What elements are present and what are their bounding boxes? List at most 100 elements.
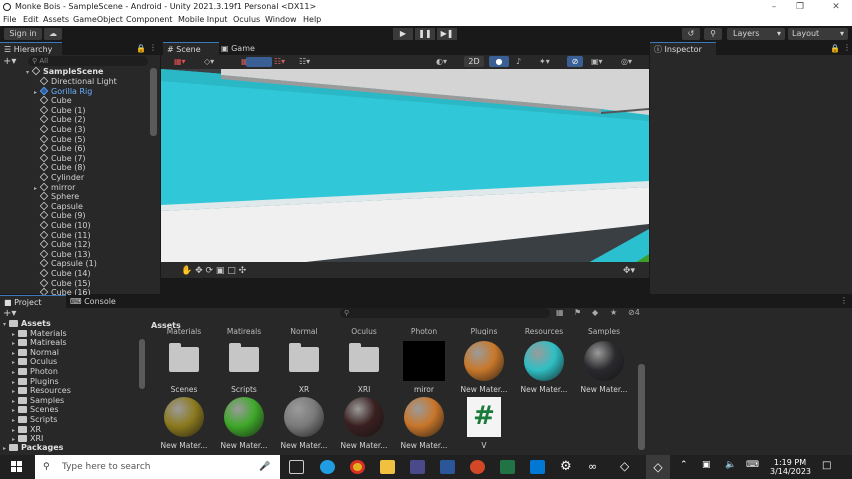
project-add-icon[interactable]: +▾ (3, 308, 16, 319)
inspector-menu-icon[interactable]: ⋮ (843, 43, 851, 52)
asset-label-cut[interactable]: Matireals (219, 327, 269, 335)
tab-scene[interactable]: # Scene (163, 42, 219, 55)
menu-component[interactable]: Component (126, 14, 172, 26)
clock[interactable]: 1:19 PM 3/14/2023 (770, 458, 811, 476)
asset-material[interactable]: New Mater... (459, 341, 509, 394)
hierarchy-item[interactable]: Cube (13) (34, 249, 91, 260)
store-icon[interactable] (410, 460, 425, 474)
snap-icon[interactable]: ☷▾ (274, 57, 285, 66)
menu-help[interactable]: Help (303, 14, 321, 26)
gizmos-icon[interactable]: ◎▾ (621, 57, 632, 66)
lock-icon[interactable]: 🔒 (136, 44, 146, 53)
hidden-packages-icon[interactable]: ⊘4 (628, 308, 640, 317)
asset-label-cut[interactable]: Normal (279, 327, 329, 335)
menu-window[interactable]: Window (265, 14, 297, 26)
asset-material[interactable]: New Mater... (279, 397, 329, 450)
gizmo-draw-icon[interactable]: ▦▾ (174, 57, 186, 66)
menu-assets[interactable]: Assets (43, 14, 69, 26)
powerpoint-icon[interactable] (470, 460, 485, 474)
taskbar-search-input[interactable]: ⚲ Type here to search 🎤 (35, 455, 280, 479)
unity-hub-icon[interactable]: ◇ (620, 459, 629, 473)
chrome-icon[interactable] (350, 460, 365, 474)
asset-material[interactable]: New Mater... (339, 397, 389, 450)
notifications-icon[interactable]: □ (822, 460, 831, 471)
microphone-icon[interactable]: 🎤 (259, 455, 270, 479)
asset-label-cut[interactable]: Samples (579, 327, 629, 335)
settings-gear-icon[interactable]: ⚙ (560, 459, 572, 474)
asset-folder[interactable]: Scenes (159, 341, 209, 394)
tree-folder[interactable]: ▸ Samples (12, 396, 64, 406)
camera-icon[interactable]: ▣▾ (591, 57, 603, 66)
search-icon[interactable]: ⚲ (704, 28, 722, 40)
hierarchy-item[interactable]: Cube (1) (34, 105, 86, 116)
hierarchy-item[interactable]: Cube (10) (34, 220, 91, 231)
scene-root[interactable]: ▾ SampleScene (26, 66, 103, 77)
hierarchy-item[interactable]: Cube (3) (34, 124, 86, 135)
oculus-icon[interactable]: ∞ (588, 460, 597, 473)
hierarchy-item[interactable]: ▸ Gorilla Rig (34, 86, 92, 97)
asset-label-cut[interactable]: Oculus (339, 327, 389, 335)
tree-folder[interactable]: ▸ Plugins (12, 377, 59, 387)
grid-toggle-button[interactable] (246, 57, 272, 67)
asset-label-cut[interactable]: Materials (159, 327, 209, 335)
hierarchy-item[interactable]: Cube (11) (34, 230, 91, 241)
hierarchy-item[interactable]: Cube (34, 95, 72, 106)
asset-folder[interactable]: XR (279, 341, 329, 394)
ime-icon[interactable]: ⌨ (746, 460, 759, 470)
hierarchy-item[interactable]: Cube (14) (34, 268, 91, 279)
tree-folder[interactable]: ▸ Oculus (12, 357, 57, 367)
favorite-icon[interactable]: ★ (610, 308, 617, 317)
hierarchy-item[interactable]: ▸ mirror (34, 182, 75, 193)
effects-icon[interactable]: ✦▾ (539, 57, 550, 66)
asset-material[interactable]: New Mater... (579, 341, 629, 394)
cube-mode-icon[interactable]: ◇▾ (204, 57, 214, 66)
menu-gameobject[interactable]: GameObject (73, 14, 123, 26)
hierarchy-item[interactable]: Cube (7) (34, 153, 86, 164)
hierarchy-item[interactable]: Cube (5) (34, 134, 86, 145)
tree-folder[interactable]: ▸ Materials (12, 329, 67, 339)
tab-project[interactable]: ■ Project (0, 295, 66, 308)
increment-snap-icon[interactable]: ☷▾ (299, 57, 310, 66)
asset-render-texture[interactable]: miror (399, 341, 449, 394)
hidden-objects-icon[interactable]: ⊘ (567, 56, 583, 67)
tab-console[interactable]: ⌨ Console (66, 295, 116, 308)
menu-mobile-input[interactable]: Mobile Input (178, 14, 228, 26)
filter-type-icon[interactable]: ▦ (556, 308, 564, 317)
asset-material[interactable]: New Mater... (159, 397, 209, 450)
asset-script[interactable]: # V (459, 397, 509, 450)
mail-icon[interactable] (530, 460, 545, 474)
menu-oculus[interactable]: Oculus (233, 14, 260, 26)
tree-folder[interactable]: ▸ Resources (12, 386, 71, 396)
maximize-icon[interactable]: ❐ (792, 0, 808, 14)
asset-folder[interactable]: XRI (339, 341, 389, 394)
filter-label-icon[interactable]: ⚑ (574, 308, 581, 317)
hierarchy-item[interactable]: Cylinder (34, 172, 84, 183)
asset-label-cut[interactable]: Resources (519, 327, 569, 335)
tree-folder[interactable]: ▸ Scenes (12, 405, 59, 415)
edge-icon[interactable] (320, 460, 335, 474)
pause-button[interactable]: ❚❚ (415, 28, 435, 40)
word-icon[interactable] (440, 460, 455, 474)
hierarchy-item[interactable]: Cube (8) (34, 163, 86, 173)
volume-icon[interactable]: 🔈 (725, 460, 736, 470)
menu-edit[interactable]: Edit (23, 14, 39, 26)
windows-start-icon[interactable] (11, 461, 23, 473)
hierarchy-item[interactable]: Sphere (34, 191, 79, 202)
tab-inspector[interactable]: ⓘ Inspector (650, 42, 716, 55)
hierarchy-item[interactable]: Capsule (34, 201, 83, 212)
add-icon[interactable]: +▾ (3, 56, 16, 67)
sign-in-button[interactable]: Sign in (4, 28, 42, 40)
cloud-icon[interactable]: ☁ (44, 28, 62, 40)
project-menu-icon[interactable]: ⋮ (840, 296, 848, 305)
tree-scrollbar[interactable] (139, 339, 145, 389)
hierarchy-item[interactable]: Cube (9) (34, 211, 86, 221)
packages-root[interactable]: ▸ Packages (3, 443, 63, 453)
hierarchy-item[interactable]: Cube (6) (34, 143, 86, 154)
unity-editor-icon[interactable]: ◇ (646, 455, 670, 479)
close-icon[interactable]: ✕ (828, 0, 844, 14)
hierarchy-item[interactable]: Directional Light (34, 76, 117, 87)
asset-folder[interactable]: Scripts (219, 341, 269, 394)
play-button[interactable]: ▶ (393, 28, 413, 40)
assets-root[interactable]: ▾ Assets (3, 319, 51, 329)
excel-icon[interactable] (500, 460, 515, 474)
